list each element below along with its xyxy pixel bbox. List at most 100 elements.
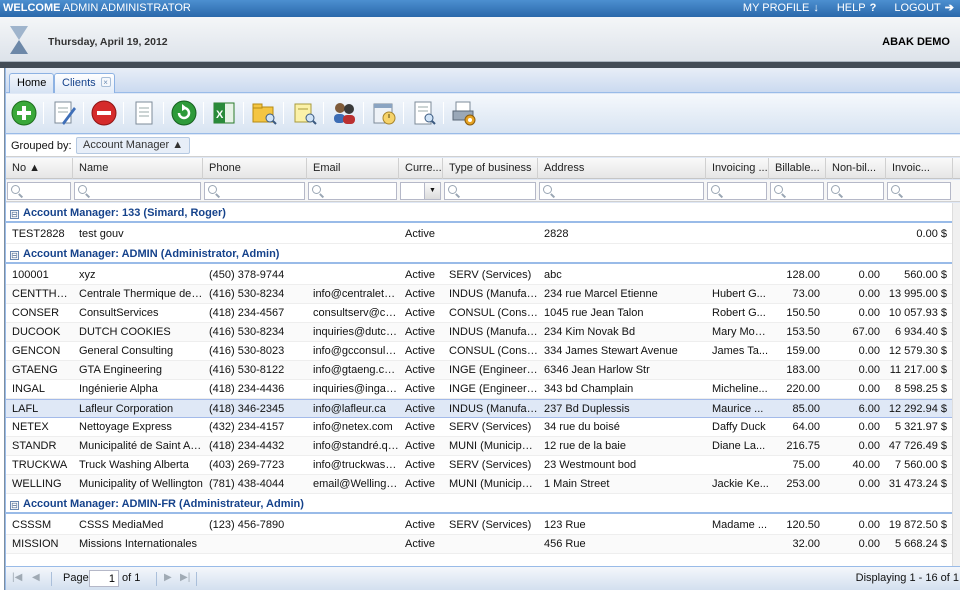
table-row[interactable]: MISSION Missions Internationales Active 456… bbox=[6, 535, 960, 554]
cell-invoicing: Diane La... bbox=[712, 440, 766, 452]
column-header-non-billable[interactable]: Non-bil... bbox=[826, 158, 886, 179]
cell-name: Centrale Thermique de B... bbox=[79, 288, 203, 300]
help-icon: ? bbox=[869, 2, 877, 14]
report-search-icon[interactable] bbox=[410, 99, 438, 127]
print-settings-icon[interactable] bbox=[450, 99, 478, 127]
search-icon bbox=[448, 185, 457, 194]
table-row[interactable]: CSSSM CSSS MediaMed (123) 456-7890 Active SE… bbox=[6, 516, 960, 535]
filter-email-input[interactable] bbox=[308, 182, 397, 200]
column-header-phone[interactable]: Phone bbox=[203, 158, 307, 179]
table-row[interactable]: DUCOOK DUTCH COOKIES (416) 530-8234 inquiri… bbox=[6, 323, 960, 342]
cell-address: 237 Bd Duplessis bbox=[544, 403, 630, 415]
next-page-icon[interactable]: ▶ bbox=[164, 572, 172, 583]
filter-billable-input[interactable] bbox=[770, 182, 824, 200]
toolbar-separator bbox=[163, 102, 164, 124]
collapse-icon[interactable]: ⊟ bbox=[10, 210, 19, 219]
column-header-name[interactable]: Name bbox=[73, 158, 203, 179]
table-row[interactable]: CONSER ConsultServices (418) 234-4567 consu… bbox=[6, 304, 960, 323]
collapse-icon[interactable]: ⊟ bbox=[10, 251, 19, 260]
cell-email bbox=[307, 266, 399, 284]
logout-link[interactable]: LOGOUT ➔ bbox=[894, 0, 954, 17]
filter-type-input[interactable] bbox=[444, 182, 536, 200]
users-icon[interactable] bbox=[330, 99, 358, 127]
table-row[interactable]: STANDR Municipalité de Saint André (418) 2… bbox=[6, 437, 960, 456]
column-header-no[interactable]: No ▲ bbox=[6, 158, 73, 179]
table-row[interactable]: CENTTHE... Centrale Thermique de B... (416… bbox=[6, 285, 960, 304]
vertical-scrollbar[interactable] bbox=[952, 203, 960, 566]
help-link[interactable]: HELP? bbox=[837, 0, 876, 17]
edit-icon[interactable] bbox=[50, 99, 78, 127]
cell-address: 456 Rue bbox=[544, 538, 586, 550]
cell-invoicing: Maurice ... bbox=[712, 403, 764, 415]
column-header-currency[interactable]: Curre... bbox=[399, 158, 443, 179]
group-header-row[interactable]: ⊟ Account Manager: 133 (Simard, Roger) bbox=[6, 205, 960, 223]
filter-name-input[interactable] bbox=[74, 182, 201, 200]
filter-no-input[interactable] bbox=[7, 182, 71, 200]
cell-type-of-business: INDUS (Manufact... bbox=[449, 403, 538, 415]
my-profile-label: MY PROFILE bbox=[742, 2, 810, 14]
table-row[interactable]: 100001 xyz (450) 378-9744 Active SERV (Servi… bbox=[6, 266, 960, 285]
column-header-email[interactable]: Email bbox=[307, 158, 399, 179]
column-header-type-of-business[interactable]: Type of business bbox=[443, 158, 538, 179]
column-header-address[interactable]: Address bbox=[538, 158, 706, 179]
group-header-row[interactable]: ⊟ Account Manager: ADMIN (Administrator, … bbox=[6, 246, 960, 264]
tab-clients[interactable]: Clients × bbox=[54, 73, 115, 93]
cell-phone: (450) 378-9744 bbox=[209, 269, 285, 281]
cell-currency: Active bbox=[405, 345, 435, 357]
search-icon bbox=[711, 185, 720, 194]
group-by-chip[interactable]: Account Manager ▲ bbox=[76, 137, 191, 154]
cell-non-billable: 40.00 bbox=[852, 459, 880, 471]
cell-email: info@netex.com bbox=[313, 421, 393, 433]
cell-no: LAFL bbox=[12, 403, 39, 415]
logout-icon: ➔ bbox=[944, 2, 954, 14]
search-icon bbox=[78, 185, 87, 194]
refresh-icon[interactable] bbox=[170, 99, 198, 127]
column-header-invoiced[interactable]: Invoic... bbox=[886, 158, 953, 179]
filter-address-input[interactable] bbox=[539, 182, 704, 200]
cell-invoiced: 19 872.50 $ bbox=[888, 519, 947, 531]
cell-non-billable: 0.00 bbox=[858, 478, 880, 490]
filter-invoicing-input[interactable] bbox=[707, 182, 767, 200]
cell-invoicing bbox=[706, 535, 769, 553]
group-header-row[interactable]: ⊟ Account Manager: ADMIN-FR (Administrate… bbox=[6, 496, 960, 514]
last-page-icon[interactable]: ▶| bbox=[180, 572, 190, 583]
group-title: Account Manager: 133 (Simard, Roger) bbox=[23, 207, 226, 219]
dropdown-arrow-icon[interactable]: ▼ bbox=[424, 183, 440, 199]
tab-home[interactable]: Home bbox=[9, 73, 55, 93]
cell-address: 343 bd Champlain bbox=[544, 383, 634, 395]
excel-export-icon[interactable]: X bbox=[210, 99, 238, 127]
note-search-icon[interactable] bbox=[290, 99, 318, 127]
page-number-input[interactable] bbox=[89, 570, 119, 587]
filter-phone-input[interactable] bbox=[204, 182, 305, 200]
header: Thursday, April 19, 2012 ABAK DEMO bbox=[0, 17, 960, 62]
table-row[interactable]: GENCON General Consulting (416) 530-8023 in… bbox=[6, 342, 960, 361]
cell-non-billable: 0.00 bbox=[858, 364, 880, 376]
table-row[interactable]: NETEX Nettoyage Express (432) 234-4157 info… bbox=[6, 418, 960, 437]
help-label: HELP bbox=[836, 2, 866, 14]
my-profile-link[interactable]: MY PROFILE ↓ bbox=[743, 0, 819, 17]
table-row[interactable]: WELLING Municipality of Wellington (781) 4… bbox=[6, 475, 960, 494]
table-row[interactable]: LAFL Lafleur Corporation (418) 346-2345 inf… bbox=[6, 399, 960, 418]
cell-invoicing: Madame ... bbox=[712, 519, 768, 531]
filter-invoiced-input[interactable] bbox=[887, 182, 951, 200]
folder-search-icon[interactable] bbox=[250, 99, 278, 127]
column-header-invoicing[interactable]: Invoicing ... bbox=[706, 158, 769, 179]
column-header-billable[interactable]: Billable... bbox=[769, 158, 826, 179]
table-row[interactable]: GTAENG GTA Engineering (416) 530-8122 info@… bbox=[6, 361, 960, 380]
table-row[interactable]: TEST2828 test gouv Active 2828 0.00 $ bbox=[6, 225, 960, 244]
delete-icon[interactable] bbox=[90, 99, 118, 127]
first-page-icon[interactable]: |◀ bbox=[12, 572, 22, 583]
table-row[interactable]: TRUCKWA Truck Washing Alberta (403) 269-77… bbox=[6, 456, 960, 475]
document-icon[interactable] bbox=[130, 99, 158, 127]
cell-invoiced: 10 057.93 $ bbox=[888, 307, 947, 319]
prev-page-icon[interactable]: ◀ bbox=[32, 572, 40, 583]
collapse-icon[interactable]: ⊟ bbox=[10, 501, 19, 510]
cell-type-of-business: INGE (Engineerin... bbox=[449, 364, 538, 376]
table-row[interactable]: INGAL Ingénierie Alpha (418) 234-4436 inqui… bbox=[6, 380, 960, 399]
filter-currency-select[interactable]: ▼ bbox=[400, 182, 441, 200]
cell-billable: 220.00 bbox=[786, 383, 820, 395]
filter-non-billable-input[interactable] bbox=[827, 182, 884, 200]
close-tab-icon[interactable]: × bbox=[100, 77, 111, 87]
schedule-icon[interactable] bbox=[370, 99, 398, 127]
add-icon[interactable] bbox=[10, 99, 38, 127]
